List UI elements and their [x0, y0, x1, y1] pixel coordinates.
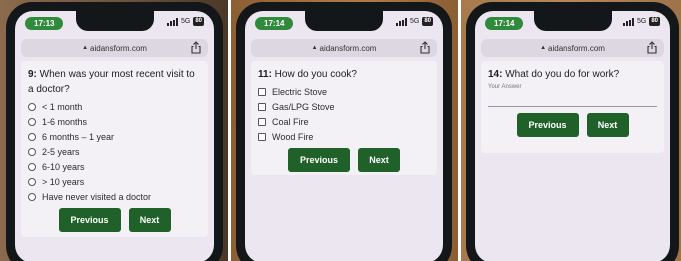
url-text: aidansform.com — [319, 43, 377, 53]
phone-screen: 17:13 5G 80 ▲ aidansform.com 9: When was… — [15, 11, 214, 261]
next-button[interactable]: Next — [586, 113, 629, 137]
notch — [305, 11, 383, 31]
next-button[interactable]: Next — [358, 148, 400, 172]
photo-divider — [458, 0, 461, 261]
status-bar: 17:14 5G 80 — [245, 11, 443, 39]
notch — [533, 11, 612, 31]
status-bar: 17:14 5G 80 — [475, 11, 670, 39]
nav-buttons: Previous Next — [488, 113, 657, 137]
checkbox[interactable] — [258, 132, 266, 141]
radio-option[interactable]: > 10 years — [28, 174, 201, 189]
radio-button[interactable] — [28, 147, 36, 156]
network-label: 5G — [180, 18, 191, 25]
question-number: 11: — [258, 69, 272, 80]
next-button[interactable]: Next — [128, 208, 171, 232]
address-bar[interactable]: ▲ aidansform.com — [21, 39, 208, 57]
radio-option[interactable]: 6-10 years — [28, 159, 201, 174]
checkbox[interactable] — [258, 117, 266, 126]
radio-button[interactable] — [28, 117, 36, 126]
share-icon[interactable] — [419, 41, 431, 54]
radio-option[interactable]: 6 months – 1 year — [28, 129, 201, 144]
question-number: 9: — [28, 69, 37, 80]
checkbox-option[interactable]: Electric Stove — [258, 84, 430, 99]
radio-button[interactable] — [28, 177, 36, 186]
share-icon[interactable] — [190, 41, 202, 54]
phone-3: 17:14 5G 80 ▲ aidansform.com 14: What do… — [466, 2, 679, 261]
address-bar[interactable]: ▲ aidansform.com — [251, 39, 437, 57]
radio-option[interactable]: 1-6 months — [28, 114, 201, 129]
status-bar: 17:13 5G 80 — [15, 11, 214, 39]
checkbox-option[interactable]: Gas/LPG Stove — [258, 99, 430, 114]
phone-1: 17:13 5G 80 ▲ aidansform.com 9: When was… — [6, 2, 223, 261]
nav-buttons: Previous Next — [28, 208, 201, 232]
nav-buttons: Previous Next — [258, 148, 430, 172]
radio-option[interactable]: 2-5 years — [28, 144, 201, 159]
radio-button[interactable] — [28, 192, 36, 201]
status-time: 17:13 — [25, 17, 64, 30]
url-text: aidansform.com — [548, 43, 605, 53]
radio-button[interactable] — [28, 102, 36, 111]
signal-icon — [395, 17, 407, 26]
previous-button[interactable]: Previous — [288, 148, 350, 172]
form-card: 14: What do you do for work? Your Answer… — [481, 61, 664, 153]
battery-icon: 80 — [649, 17, 660, 26]
radio-button[interactable] — [28, 162, 36, 171]
form-card: 11: How do you cook? Electric Stove Gas/… — [251, 61, 437, 175]
previous-button[interactable]: Previous — [58, 208, 121, 232]
previous-button[interactable]: Previous — [516, 113, 579, 137]
address-bar[interactable]: ▲ aidansform.com — [481, 39, 664, 57]
photo-divider — [228, 0, 231, 261]
network-label: 5G — [636, 18, 647, 25]
checkbox-option[interactable]: Coal Fire — [258, 114, 430, 129]
share-icon[interactable] — [646, 41, 658, 54]
radio-button[interactable] — [28, 132, 36, 141]
checkbox[interactable] — [258, 87, 266, 96]
checkbox-option[interactable]: Wood Fire — [258, 129, 430, 144]
notch — [75, 11, 154, 31]
question-number: 14: — [488, 69, 503, 80]
signal-icon — [622, 17, 634, 26]
phone-screen: 17:14 5G 80 ▲ aidansform.com 11: How do … — [245, 11, 443, 261]
answer-input[interactable] — [488, 106, 657, 107]
network-label: 5G — [409, 18, 420, 25]
question-text: 14: What do you do for work? — [488, 69, 620, 80]
status-time: 17:14 — [485, 17, 524, 30]
battery-icon: 80 — [193, 17, 204, 26]
battery-icon: 80 — [422, 17, 433, 26]
status-time: 17:14 — [255, 17, 294, 30]
question-text: 9: When was your most recent visit to a … — [28, 69, 195, 95]
lock-icon: ▲ — [82, 45, 89, 51]
form-card: 9: When was your most recent visit to a … — [21, 61, 208, 237]
phone-screen: 17:14 5G 80 ▲ aidansform.com 14: What do… — [475, 11, 670, 261]
radio-option[interactable]: Have never visited a doctor — [28, 189, 201, 204]
url-text: aidansform.com — [90, 43, 147, 53]
checkbox[interactable] — [258, 102, 266, 111]
signal-icon — [166, 17, 178, 26]
radio-option[interactable]: < 1 month — [28, 99, 201, 114]
lock-icon: ▲ — [540, 45, 547, 51]
lock-icon: ▲ — [311, 45, 318, 51]
question-text: 11: How do you cook? — [258, 69, 357, 80]
phone-2: 17:14 5G 80 ▲ aidansform.com 11: How do … — [236, 2, 452, 261]
answer-placeholder: Your Answer — [488, 84, 522, 90]
